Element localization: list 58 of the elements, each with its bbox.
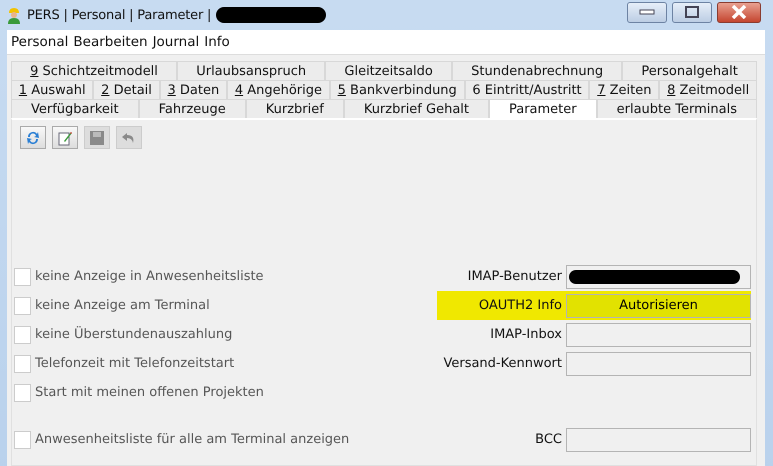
field-label: OAUTH2 Info: [478, 298, 562, 313]
toolbar-button[interactable]: [52, 126, 78, 149]
field-label: Versand-Kennwort: [443, 356, 562, 371]
field-label: BCC: [535, 432, 562, 447]
checkbox[interactable]: [14, 326, 31, 344]
tab[interactable]: Kurzbrief Gehalt: [344, 99, 489, 118]
checkbox[interactable]: [14, 430, 31, 448]
tab[interactable]: 4 Angehörige: [227, 80, 330, 99]
checkbox-label: Anwesenheitsliste für alle am Terminal anzeigen: [35, 432, 350, 447]
tab[interactable]: 7 Zeiten: [589, 80, 660, 99]
tab[interactable]: Urlaubsanspruch: [177, 61, 326, 80]
tab[interactable]: 1 Auswahl: [11, 80, 94, 99]
tab[interactable]: erlaubte Terminals: [596, 99, 757, 118]
tab[interactable]: Kurzbrief: [246, 99, 344, 118]
checkbox-label: keine Anzeige in Anwesenheitsliste: [35, 269, 264, 284]
edit-icon: [57, 130, 73, 146]
input-field[interactable]: [566, 322, 751, 346]
tab[interactable]: Gleitzeitsaldo: [325, 61, 452, 80]
save-icon: [89, 130, 105, 146]
tab[interactable]: Fahrzeuge: [138, 99, 246, 118]
authorize-button[interactable]: Autorisieren: [566, 294, 751, 318]
menu-item[interactable]: Info: [204, 34, 230, 50]
field-label: IMAP-Inbox: [490, 327, 562, 342]
checkbox-label: Start mit meinen offenen Projekten: [35, 385, 264, 400]
window-title: PERS | Personal | Parameter |: [27, 8, 212, 22]
field-label: IMAP-Benutzer: [468, 269, 562, 284]
checkbox-label: keine Anzeige am Terminal: [35, 298, 210, 313]
toolbar-button[interactable]: [20, 126, 46, 149]
checkbox[interactable]: [14, 384, 31, 402]
close-button[interactable]: [717, 2, 761, 22]
tab[interactable]: Stundenabrechnung: [452, 61, 622, 80]
maximize-button[interactable]: [672, 2, 712, 22]
maximize-icon: [685, 6, 699, 18]
close-icon: [731, 5, 747, 19]
refresh-icon: [25, 130, 41, 146]
input-field[interactable]: [566, 428, 751, 452]
checkbox[interactable]: [14, 354, 31, 372]
tab[interactable]: 6 Eintritt/Austritt: [464, 80, 590, 99]
checkbox-label: keine Überstundenauszahlung: [35, 327, 232, 342]
menu-item[interactable]: Personal: [11, 34, 68, 50]
input-field[interactable]: [566, 264, 751, 288]
checkbox-label: Telefonzeit mit Telefonzeitstart: [35, 356, 234, 371]
checkbox[interactable]: [14, 296, 31, 314]
worker-icon: [6, 6, 22, 24]
tab[interactable]: 3 Daten: [160, 80, 228, 99]
tab[interactable]: 2 Detail: [93, 80, 160, 99]
tab[interactable]: 9 Schichtzeitmodell: [11, 61, 178, 80]
checkbox[interactable]: [14, 268, 31, 286]
tab[interactable]: Verfügbarkeit: [11, 99, 139, 118]
tab[interactable]: 5 Bankverbindung: [330, 80, 465, 99]
tab[interactable]: 8 Zeitmodell: [659, 80, 758, 99]
minimize-icon: [639, 9, 655, 15]
minimize-button[interactable]: [627, 2, 667, 22]
tab[interactable]: Parameter: [489, 99, 597, 118]
tab[interactable]: Personalgehalt: [622, 61, 757, 80]
menu-item[interactable]: Journal: [152, 34, 200, 50]
input-field[interactable]: [566, 352, 751, 376]
menu-item[interactable]: Bearbeiten: [73, 34, 148, 50]
